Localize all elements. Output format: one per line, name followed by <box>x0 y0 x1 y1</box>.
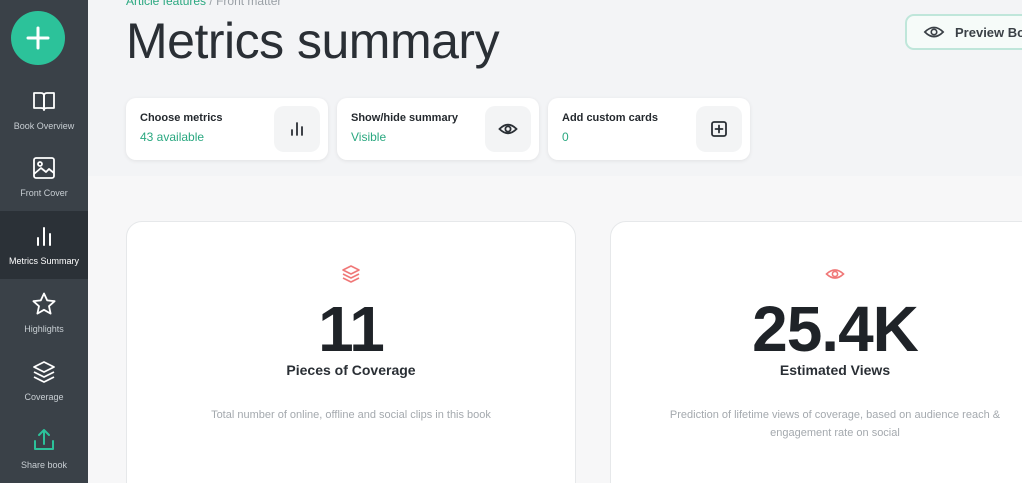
metric-description: Total number of online, offline and soci… <box>211 409 491 421</box>
breadcrumb: Article features / Front matter <box>126 0 281 8</box>
action-card-value: Visible <box>351 130 387 144</box>
action-card-value: 0 <box>562 130 569 144</box>
action-icon-box[interactable] <box>485 106 531 152</box>
action-card-title: Add custom cards <box>562 112 658 124</box>
breadcrumb-separator: / <box>206 0 217 8</box>
metric-label: Pieces of Coverage <box>286 362 416 378</box>
bar-chart-icon <box>291 122 303 136</box>
sidebar-item-label: Share book <box>20 460 68 470</box>
sidebar: Book Overview Front Cover Metrics Summar… <box>0 0 88 483</box>
preview-button-label: Preview Bo <box>955 24 1022 40</box>
layers-icon <box>33 361 55 383</box>
metric-label: Estimated Views <box>779 362 891 378</box>
breadcrumb-link[interactable]: Article features <box>126 0 206 8</box>
sidebar-item-front-cover[interactable]: Front Cover <box>0 143 88 211</box>
star-icon <box>32 292 56 315</box>
bar-chart-icon <box>37 227 51 246</box>
action-card-value: 43 available <box>140 130 205 144</box>
sidebar-item-coverage[interactable]: Coverage <box>0 347 88 415</box>
preview-book-button[interactable]: Preview Bo <box>905 14 1022 50</box>
add-button[interactable] <box>11 11 65 65</box>
sidebar-item-highlights[interactable]: Highlights <box>0 279 88 347</box>
sidebar-item-share-book[interactable]: Share book <box>0 415 88 483</box>
sidebar-item-label: Front Cover <box>20 188 68 198</box>
share-icon <box>34 429 54 450</box>
action-icon-box[interactable] <box>274 106 320 152</box>
action-card-title: Choose metrics <box>140 112 223 124</box>
book-icon <box>33 92 55 111</box>
metric-description: Prediction of lifetime views of coverage… <box>669 409 1001 439</box>
sidebar-item-label: Coverage <box>24 392 64 402</box>
breadcrumb-current: Front matter <box>216 0 282 8</box>
eye-icon <box>923 26 945 38</box>
add-custom-cards-card[interactable]: Add custom cards 0 <box>548 98 750 160</box>
action-card-title: Show/hide summary <box>351 112 458 124</box>
eye-icon <box>825 269 845 279</box>
choose-metrics-card[interactable]: Choose metrics 43 available <box>126 98 328 160</box>
plus-square-icon <box>711 121 727 137</box>
sidebar-item-metrics-summary[interactable]: Metrics Summary <box>0 211 88 279</box>
sidebar-item-label: Highlights <box>24 324 64 334</box>
metric-card-views: 25.4K Estimated Views Prediction of life… <box>610 221 1022 483</box>
sidebar-item-label: Metrics Summary <box>8 256 79 266</box>
page-title: Metrics summary <box>126 13 500 69</box>
show-hide-summary-card[interactable]: Show/hide summary Visible <box>337 98 539 160</box>
image-icon <box>33 157 55 179</box>
sidebar-item-label: Book Overview <box>13 121 75 131</box>
plus-icon <box>26 26 50 50</box>
sidebar-item-book-overview[interactable]: Book Overview <box>0 76 88 144</box>
metric-value: 11 <box>318 293 385 365</box>
eye-icon <box>498 123 518 135</box>
action-icon-box[interactable] <box>696 106 742 152</box>
layers-icon <box>342 265 360 283</box>
metric-value: 25.4K <box>752 293 919 365</box>
metric-card-coverage: 11 Pieces of Coverage Total number of on… <box>126 221 576 483</box>
